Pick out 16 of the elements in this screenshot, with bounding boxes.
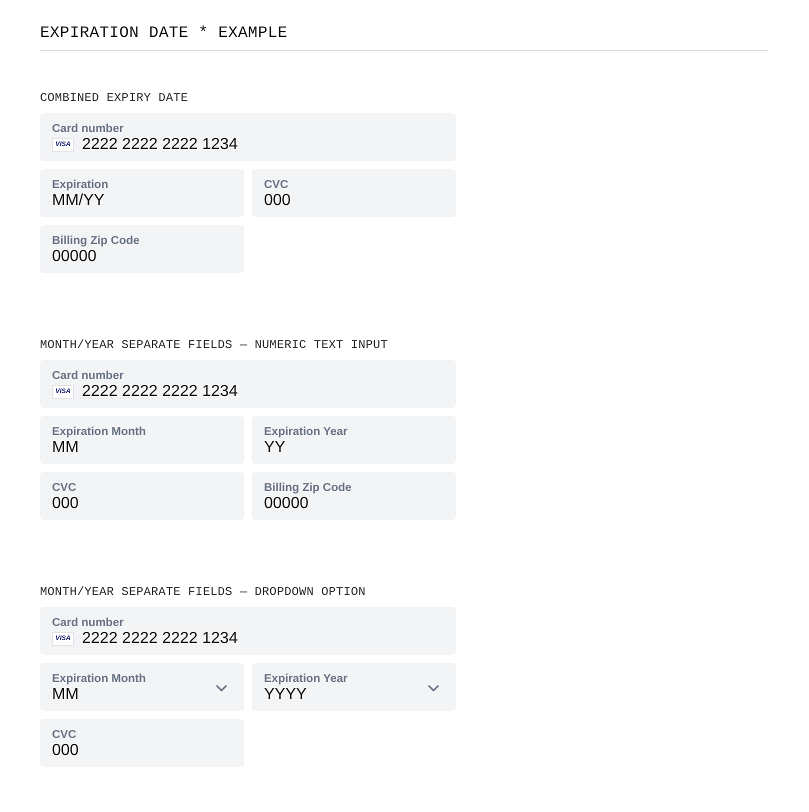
select-field[interactable]: Expiration Year YYYY	[252, 663, 456, 711]
text-field[interactable]: CVC 000	[40, 472, 244, 520]
section-heading: COMBINED EXPIRY DATE	[40, 91, 188, 105]
section-heading: MONTH/YEAR SEPARATE FIELDS — DROPDOWN OPTION	[40, 585, 366, 599]
page-title: EXPIRATION DATE * EXAMPLE	[40, 23, 288, 44]
chevron-down-icon	[216, 684, 227, 692]
section-heading: MONTH/YEAR SEPARATE FIELDS — NUMERIC TEXT INPUT	[40, 338, 388, 352]
text-field[interactable]: Expiration Month MM	[40, 416, 244, 464]
select-field[interactable]: Expiration Month MM	[40, 663, 244, 711]
text-field[interactable]: Billing Zip Code 00000	[40, 225, 244, 273]
chevron-down-icon	[428, 684, 439, 692]
text-field[interactable]: Expiration MM/YY	[40, 169, 244, 217]
text-field[interactable]: Billing Zip Code 00000	[252, 472, 456, 520]
text-field[interactable]: CVC 000	[252, 169, 456, 217]
text-field[interactable]: CVC 000	[40, 719, 244, 767]
text-field[interactable]: Expiration Year YY	[252, 416, 456, 464]
